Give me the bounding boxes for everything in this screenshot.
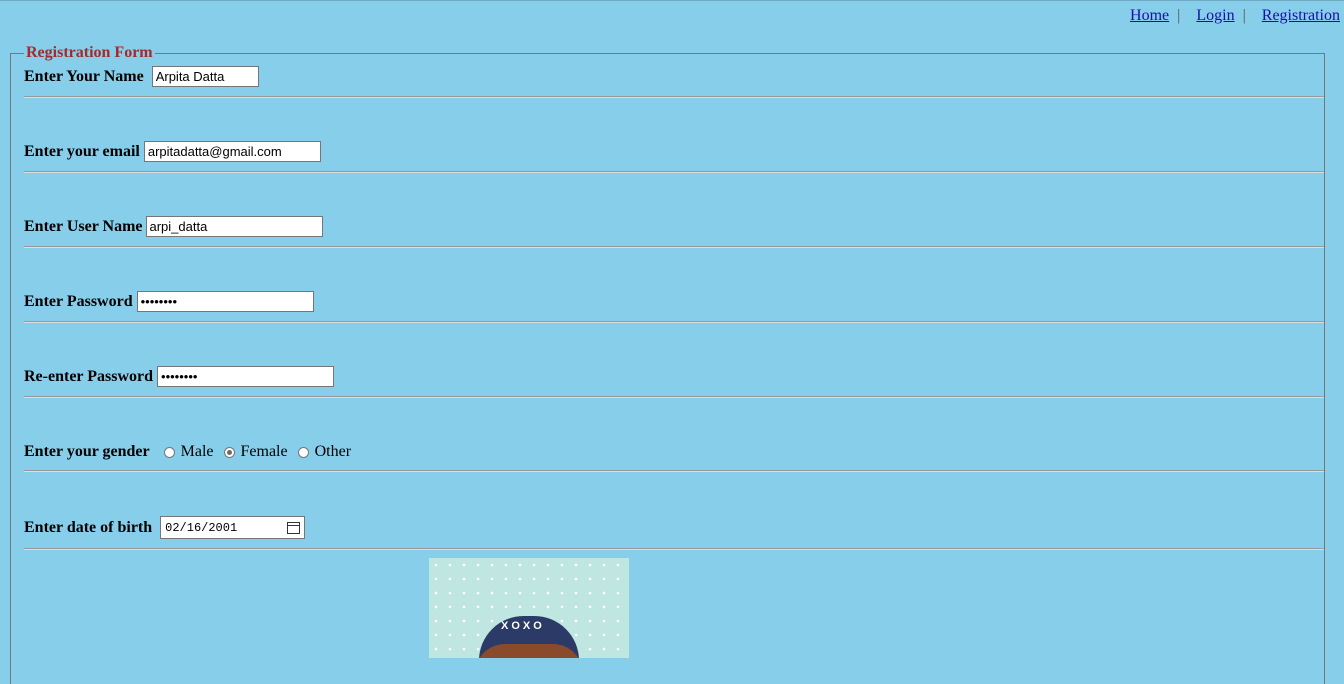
- nav-login-link[interactable]: Login: [1196, 7, 1234, 24]
- top-border: [0, 0, 1344, 1]
- repassword-row: Re-enter Password: [24, 366, 335, 387]
- divider: [24, 171, 1324, 173]
- divider: [24, 321, 1324, 323]
- gender-option-female: Female: [223, 443, 288, 461]
- registration-fieldset: Registration Form: [10, 44, 1325, 684]
- email-label: Enter your email: [24, 142, 140, 160]
- cap-text: XOXO: [501, 620, 545, 632]
- name-row: Enter Your Name: [24, 66, 259, 87]
- divider: [24, 470, 1324, 472]
- username-label: Enter User Name: [24, 217, 143, 235]
- password-row: Enter Password: [24, 291, 314, 312]
- male-label: Male: [180, 443, 214, 460]
- divider: [24, 246, 1324, 248]
- female-label: Female: [240, 443, 288, 460]
- male-radio[interactable]: [163, 446, 175, 458]
- gender-label: Enter your gender: [24, 443, 150, 460]
- nav-registration-link[interactable]: Registration: [1262, 7, 1340, 24]
- nav-home-link[interactable]: Home: [1130, 7, 1169, 24]
- divider: [24, 396, 1324, 398]
- other-radio[interactable]: [297, 446, 309, 458]
- nav-separator: |: [1242, 7, 1246, 24]
- password-label: Enter Password: [24, 292, 133, 310]
- gender-row: Enter your gender Male Female Other: [24, 443, 361, 461]
- other-label: Other: [314, 443, 352, 460]
- dob-row: Enter date of birth 02/16/2001: [24, 516, 306, 539]
- repassword-label: Re-enter Password: [24, 367, 154, 385]
- username-row: Enter User Name: [24, 216, 323, 237]
- repassword-input[interactable]: [157, 366, 335, 387]
- nav-separator: |: [1177, 7, 1181, 24]
- gender-option-male: Male: [163, 443, 214, 461]
- profile-avatar-image: XOXO: [429, 558, 629, 658]
- divider: [24, 96, 1324, 98]
- password-input[interactable]: [136, 291, 314, 312]
- gender-option-other: Other: [297, 443, 352, 461]
- top-nav: Home | Login | Registration: [1130, 7, 1340, 25]
- form-legend: Registration Form: [26, 44, 153, 61]
- dob-label: Enter date of birth: [24, 518, 153, 536]
- calendar-icon[interactable]: [287, 521, 301, 534]
- email-row: Enter your email: [24, 141, 321, 162]
- name-label: Enter Your Name: [24, 67, 144, 85]
- dob-input[interactable]: 02/16/2001: [160, 516, 306, 539]
- name-input[interactable]: [151, 66, 259, 87]
- female-radio[interactable]: [223, 446, 235, 458]
- username-input[interactable]: [145, 216, 323, 237]
- dob-value: 02/16/2001: [165, 520, 238, 535]
- divider: [24, 548, 1324, 550]
- email-input[interactable]: [143, 141, 321, 162]
